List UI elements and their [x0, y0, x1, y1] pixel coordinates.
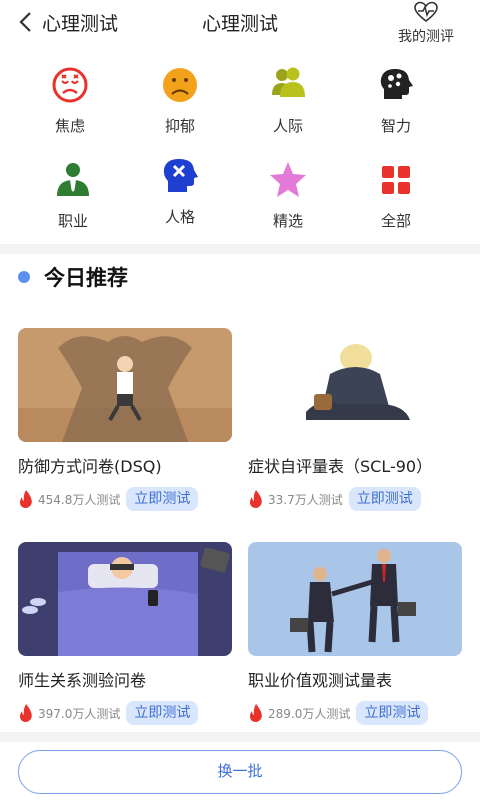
start-test-button[interactable]: 立即测试 [126, 487, 199, 511]
brain-head-icon [380, 69, 413, 99]
defense-illustration [18, 328, 232, 442]
category-label: 焦虑 [54, 117, 85, 135]
category-all[interactable]: 全部 [356, 160, 436, 231]
top-bar: 心理测试 心理测试 我的测评 [0, 0, 480, 58]
fire-icon [20, 490, 32, 508]
category-grid: 焦虑 抑郁 人际 智力 职业 人格 精选 全部 [0, 60, 480, 242]
category-interpersonal[interactable]: 人际 [248, 65, 328, 136]
category-intelligence[interactable]: 智力 [356, 65, 436, 136]
category-depression[interactable]: 抑郁 [140, 65, 220, 136]
personality-head-icon [163, 159, 198, 192]
card-title: 职业价值观测试量表 [248, 671, 393, 690]
category-career[interactable]: 职业 [33, 160, 113, 231]
category-anxiety[interactable]: 焦虑 [30, 65, 110, 136]
grid-icon [382, 166, 410, 194]
sad-face-icon [163, 68, 197, 102]
card-meta: 454.8万人测试 立即测试 [18, 486, 232, 512]
category-featured[interactable]: 精选 [248, 160, 328, 231]
my-test-label: 我的测评 [398, 29, 454, 45]
worker-icon [57, 163, 89, 196]
divider [0, 244, 480, 254]
fire-icon [250, 490, 262, 508]
bullet-dot-icon [18, 271, 30, 283]
handshake-illustration [248, 542, 462, 656]
fire-icon [250, 704, 262, 722]
test-card[interactable]: 症状自评量表（SCL-90） 33.7万人测试 立即测试 [248, 328, 462, 512]
refresh-batch-button[interactable]: 换一批 [18, 750, 462, 794]
category-label: 人际 [272, 117, 303, 135]
card-title: 症状自评量表（SCL-90） [248, 457, 433, 476]
test-count: 397.0万人测试 [38, 706, 121, 721]
test-card[interactable]: 防御方式问卷(DSQ) 454.8万人测试 立即测试 [18, 328, 232, 512]
heart-pulse-icon [414, 1, 438, 23]
category-label: 人格 [164, 208, 195, 226]
anxious-face-icon [52, 67, 88, 103]
category-label: 智力 [380, 117, 411, 135]
section-header: 今日推荐 [0, 254, 480, 310]
test-card[interactable]: 师生关系测验问卷 397.0万人测试 立即测试 [18, 542, 232, 726]
card-meta: 289.0万人测试 立即测试 [248, 700, 462, 726]
sitting-person-illustration [248, 328, 462, 442]
start-test-button[interactable]: 立即测试 [348, 487, 421, 511]
card-title: 防御方式问卷(DSQ) [18, 457, 162, 476]
category-personality[interactable]: 人格 [140, 156, 220, 227]
start-test-button[interactable]: 立即测试 [356, 701, 429, 725]
bed-phone-illustration [18, 542, 232, 656]
people-icon [272, 67, 305, 97]
test-count: 33.7万人测试 [268, 492, 343, 507]
test-count: 454.8万人测试 [38, 492, 121, 507]
fire-icon [20, 704, 32, 722]
category-label: 全部 [380, 212, 411, 230]
category-label: 职业 [57, 212, 88, 230]
test-card[interactable]: 职业价值观测试量表 289.0万人测试 立即测试 [248, 542, 462, 726]
card-meta: 397.0万人测试 立即测试 [18, 700, 232, 726]
category-label: 精选 [272, 212, 303, 230]
card-meta: 33.7万人测试 立即测试 [248, 486, 462, 512]
my-test-button[interactable]: 我的测评 [394, 0, 458, 52]
section-title: 今日推荐 [44, 266, 128, 290]
divider [0, 732, 480, 742]
start-test-button[interactable]: 立即测试 [126, 701, 199, 725]
star-icon [270, 162, 306, 197]
category-label: 抑郁 [164, 117, 195, 135]
test-count: 289.0万人测试 [268, 706, 351, 721]
card-title: 师生关系测验问卷 [18, 671, 147, 690]
